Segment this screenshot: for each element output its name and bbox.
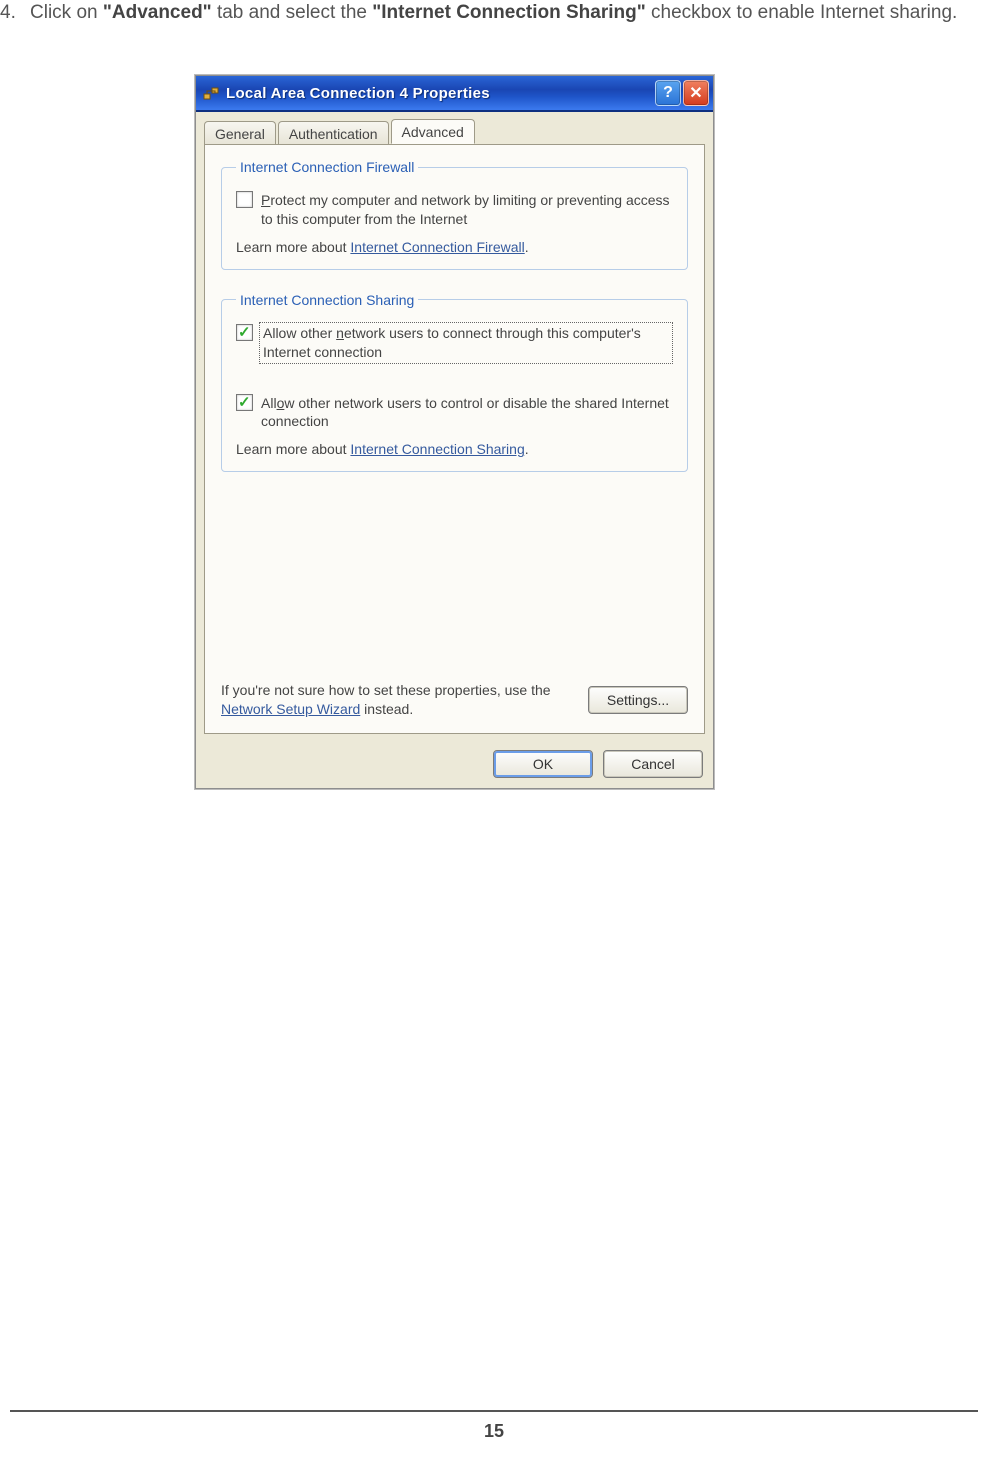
instruction-post: checkbox to enable Internet sharing.	[646, 2, 958, 23]
link-sharing[interactable]: Internet Connection Sharing	[350, 441, 524, 457]
close-button[interactable]: ✕	[683, 80, 709, 106]
connection-icon	[202, 84, 220, 102]
group-sharing-legend: Internet Connection Sharing	[236, 292, 418, 308]
checkbox-row-allow-connect[interactable]: Allow other network users to connect thr…	[236, 324, 673, 362]
group-firewall: Internet Connection Firewall Protect my …	[221, 159, 688, 270]
ok-button[interactable]: OK	[493, 750, 593, 778]
group-sharing: Internet Connection Sharing Allow other …	[221, 292, 688, 473]
instruction-bold2: "Internet Connection Sharing"	[372, 2, 645, 23]
instruction-bold1: "Advanced"	[103, 2, 212, 23]
link-firewall[interactable]: Internet Connection Firewall	[350, 239, 524, 255]
help-button[interactable]: ?	[655, 80, 681, 106]
checkbox-allow-connect-label: Allow other network users to connect thr…	[261, 324, 671, 362]
settings-button[interactable]: Settings...	[588, 686, 688, 714]
dialog-title: Local Area Connection 4 Properties	[226, 85, 653, 102]
help-icon: ?	[663, 84, 673, 102]
close-icon: ✕	[689, 83, 702, 103]
checkbox-allow-control[interactable]	[236, 394, 253, 411]
sharing-learnmore: Learn more about Internet Connection Sha…	[236, 441, 673, 457]
instruction-number: 4.	[0, 0, 30, 26]
link-network-setup-wizard[interactable]: Network Setup Wizard	[221, 701, 360, 717]
instruction-pre: Click on	[30, 2, 103, 23]
tab-panel-advanced: Internet Connection Firewall Protect my …	[204, 144, 705, 734]
cancel-button[interactable]: Cancel	[603, 750, 703, 778]
group-firewall-legend: Internet Connection Firewall	[236, 159, 418, 175]
wizard-note-text: If you're not sure how to set these prop…	[221, 681, 576, 719]
wizard-note-row: If you're not sure how to set these prop…	[221, 681, 688, 719]
checkbox-protect[interactable]	[236, 191, 253, 208]
tab-authentication[interactable]: Authentication	[278, 121, 389, 145]
tab-advanced[interactable]: Advanced	[391, 119, 475, 144]
instruction-text: 4.Click on "Advanced" tab and select the…	[0, 0, 970, 26]
checkbox-protect-label: Protect my computer and network by limit…	[261, 191, 671, 229]
instruction-mid: tab and select the	[212, 2, 373, 23]
checkbox-row-allow-control[interactable]: Allow other network users to control or …	[236, 394, 673, 432]
checkbox-row-protect[interactable]: Protect my computer and network by limit…	[236, 191, 673, 229]
firewall-learnmore: Learn more about Internet Connection Fir…	[236, 239, 673, 255]
titlebar[interactable]: Local Area Connection 4 Properties ? ✕	[196, 76, 713, 112]
footer-rule	[10, 1410, 978, 1412]
checkbox-allow-control-label: Allow other network users to control or …	[261, 394, 671, 432]
properties-dialog: Local Area Connection 4 Properties ? ✕ G…	[195, 75, 714, 789]
dialog-button-row: OK Cancel	[196, 742, 713, 788]
checkbox-allow-connect[interactable]	[236, 324, 253, 341]
tab-row: General Authentication Advanced	[196, 112, 713, 144]
tab-general[interactable]: General	[204, 121, 276, 145]
page-number: 15	[0, 1421, 988, 1442]
